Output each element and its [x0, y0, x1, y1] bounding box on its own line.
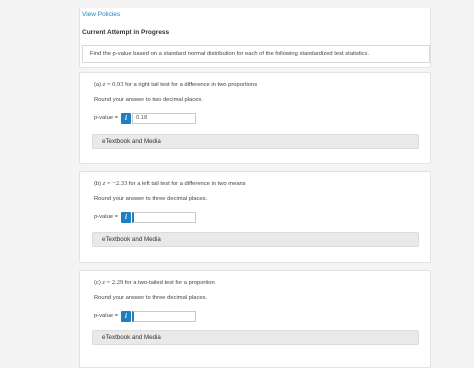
pvalue-label-a: p-value = — [94, 115, 119, 121]
pvalue-label-b: p-value = — [94, 214, 119, 220]
instruction-text: Find the p-value based on a standard nor… — [90, 51, 370, 57]
etextbook-button-a[interactable]: eTextbook and Media — [92, 134, 419, 149]
view-policies-link[interactable]: View Policies — [82, 11, 120, 18]
info-icon[interactable]: i — [121, 113, 131, 124]
pvalue-input-c[interactable] — [132, 311, 196, 322]
pvalue-label-c: p-value = — [94, 313, 119, 319]
info-icon[interactable]: i — [121, 311, 131, 322]
etextbook-button-c[interactable]: eTextbook and Media — [92, 330, 419, 345]
attempt-title: Current Attempt in Progress — [82, 29, 170, 36]
question-card-c: (c) z = 2.29 for a two-tailed test for a… — [79, 270, 431, 368]
round-instruction-a: Round your answer to two decimal places. — [94, 97, 203, 103]
instruction-box: Find the p-value based on a standard nor… — [82, 45, 430, 63]
question-text-a: (a) z = 0.93 for a right tail test for a… — [94, 81, 258, 88]
round-instruction-b: Round your answer to three decimal place… — [94, 196, 208, 202]
round-instruction-c: Round your answer to three decimal place… — [94, 295, 208, 301]
pvalue-input-b[interactable] — [132, 212, 196, 223]
question-card-b: (b) z = −2.33 for a left tail test for a… — [79, 171, 431, 263]
etextbook-button-b[interactable]: eTextbook and Media — [92, 232, 419, 247]
info-icon[interactable]: i — [121, 212, 131, 223]
question-text-c: (c) z = 2.29 for a two-tailed test for a… — [94, 279, 215, 286]
pvalue-input-a[interactable]: 0.18 — [132, 113, 196, 124]
question-text-b: (b) z = −2.33 for a left tail test for a… — [94, 180, 246, 187]
question-card-a: (a) z = 0.93 for a right tail test for a… — [79, 72, 431, 164]
